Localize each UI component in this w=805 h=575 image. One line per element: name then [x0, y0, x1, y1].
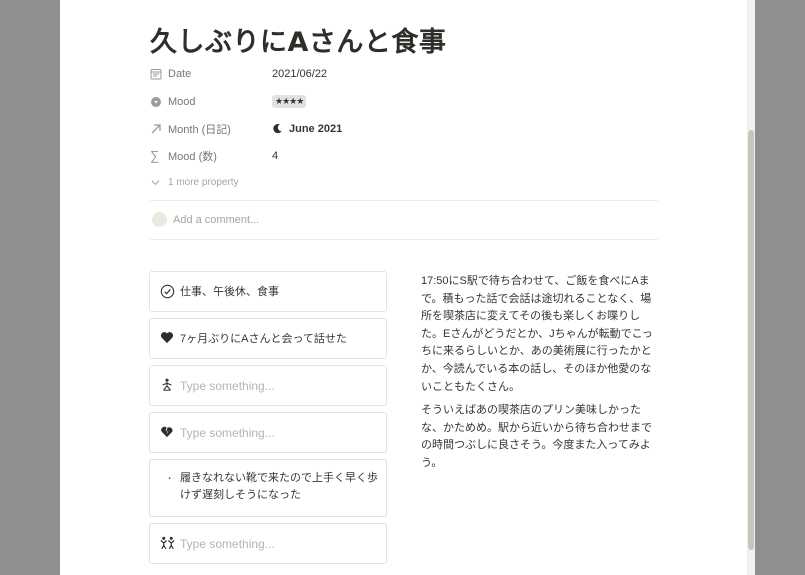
property-value[interactable]: 2021/06/22 [272, 68, 327, 80]
journal-body[interactable]: 17:50にS駅で待ち合わせて、ご飯を食べにAまで。積もった話で会話は途切れるこ… [421, 273, 661, 479]
property-name: Mood [168, 95, 196, 108]
property-value[interactable]: 4 [272, 150, 278, 162]
property-value[interactable]: June 2021 [272, 123, 342, 135]
property-name: Month (日記) [168, 123, 231, 136]
avatar [152, 212, 167, 227]
page-title[interactable]: 久しぶりにAさんと食事 [150, 20, 446, 59]
body-paragraph[interactable]: 17:50にS駅で待ち合わせて、ご飯を食べにAまで。積もった話で会話は途切れるこ… [421, 273, 661, 396]
more-property-label: 1 more property [168, 177, 239, 188]
relation-arrow-icon [150, 123, 168, 135]
more-properties-toggle[interactable]: 1 more property [150, 169, 660, 196]
callout-text[interactable]: 履きなれない靴で来たので上手く早く歩けず遅刻しそうになった [180, 470, 378, 504]
property-mood[interactable]: Mood ★★★★ [150, 88, 660, 115]
select-icon [150, 96, 168, 108]
callout-placeholder[interactable]: Type something... [180, 378, 275, 395]
callout-block[interactable]: Type something... [149, 412, 387, 453]
property-mood-number[interactable]: ∑ Mood (数) 4 [150, 142, 660, 169]
sigma-icon: ∑ [150, 148, 160, 163]
callout-block[interactable]: 仕事、午後休、食事 [149, 271, 387, 312]
heart-icon [160, 331, 180, 344]
calendar-icon [150, 68, 168, 80]
callout-block[interactable]: 履きなれない靴で来たので上手く早く歩けず遅刻しそうになった [149, 459, 387, 517]
callout-text[interactable]: 仕事、午後休、食事 [180, 284, 279, 301]
property-name: Mood (数) [168, 150, 217, 163]
property-date[interactable]: Date 2021/06/22 [150, 60, 660, 88]
properties-list: Date 2021/06/22 Mood ★★★★ Month (日記) Jun… [150, 60, 660, 196]
divider [150, 239, 658, 240]
comment-placeholder: Add a comment... [173, 213, 260, 226]
callout-placeholder[interactable]: Type something... [180, 536, 275, 553]
callout-block[interactable]: Type something... [149, 523, 387, 564]
callout-block[interactable]: 7ヶ月ぶりにAさんと会って話せた [149, 318, 387, 359]
broken-heart-icon [160, 425, 180, 438]
property-month[interactable]: Month (日記) June 2021 [150, 115, 660, 142]
page-panel: 久しぶりにAさんと食事 Date 2021/06/22 Mood ★★★★ Mo… [60, 0, 755, 575]
stick-figure-icon [160, 378, 180, 392]
comment-input[interactable]: Add a comment... [152, 212, 259, 227]
people-icon [160, 536, 180, 550]
mood-stars-tag: ★★★★ [272, 95, 307, 108]
month-relation-link: June 2021 [289, 122, 343, 135]
check-circle-icon [160, 284, 180, 299]
property-name: Date [168, 68, 192, 80]
body-paragraph[interactable]: そういえばあの喫茶店のプリン美味しかったな、かためめ。駅から近いから待ち合わせま… [421, 402, 661, 472]
callout-placeholder[interactable]: Type something... [180, 425, 275, 442]
callout-text[interactable]: 7ヶ月ぶりにAさんと会って話せた [180, 331, 347, 348]
scrollbar-thumb[interactable] [748, 130, 754, 550]
callout-list: 仕事、午後休、食事 7ヶ月ぶりにAさんと会って話せた Type somethin… [149, 271, 387, 570]
divider [150, 200, 658, 201]
property-value[interactable]: ★★★★ [272, 95, 307, 108]
chevron-down-icon [150, 177, 168, 188]
moon-icon [272, 123, 283, 134]
crescent-face-icon [160, 472, 180, 486]
callout-block[interactable]: Type something... [149, 365, 387, 406]
scrollbar-track[interactable] [747, 0, 755, 575]
